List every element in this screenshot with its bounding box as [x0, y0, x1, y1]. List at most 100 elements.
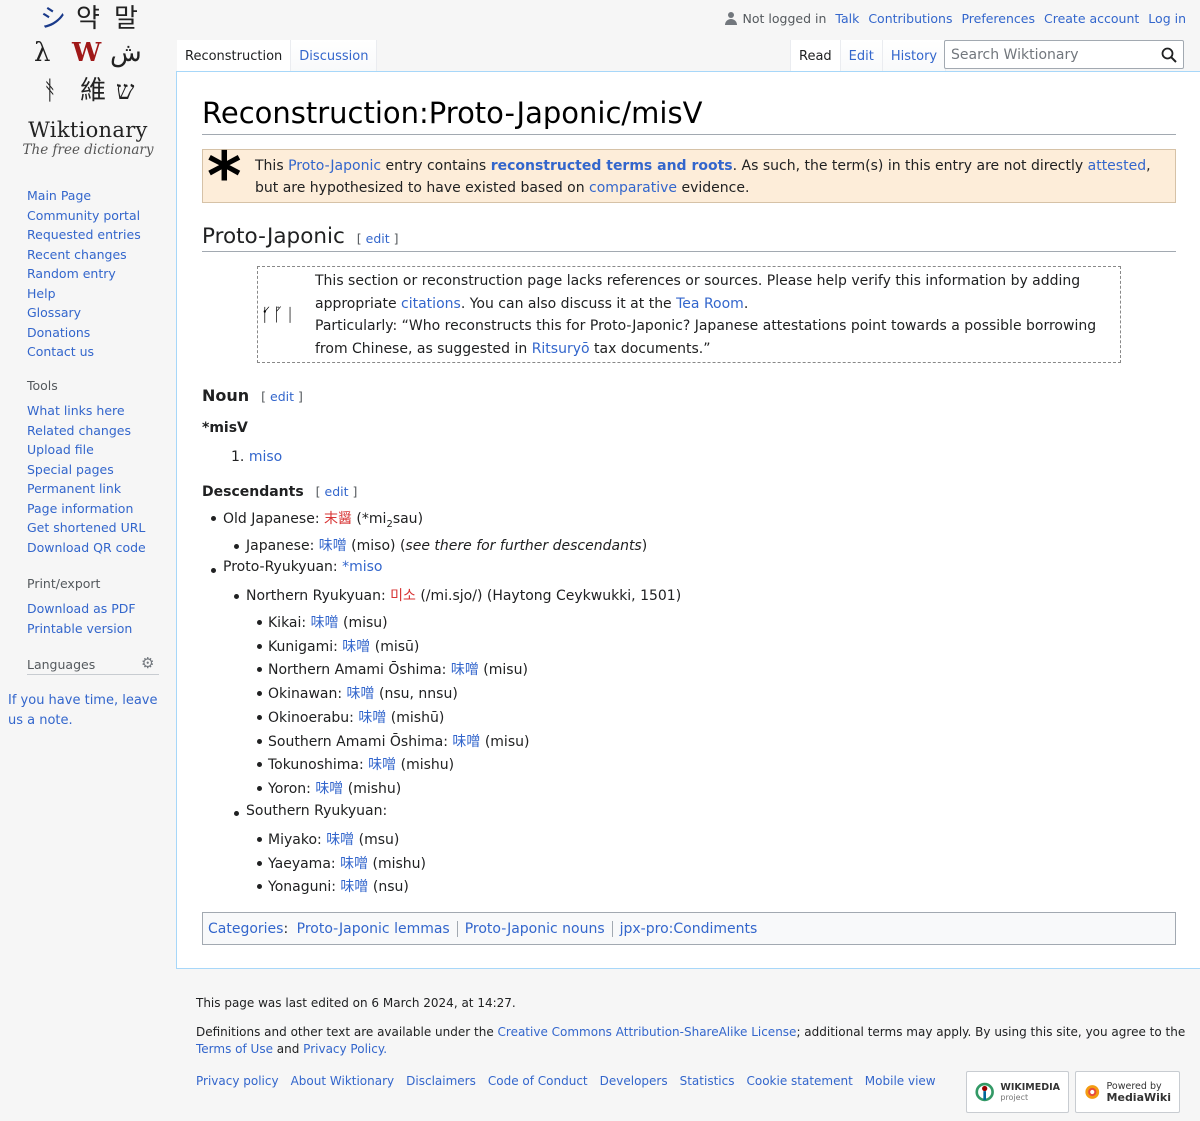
descendant-link[interactable]: *miso [342, 559, 382, 575]
license-text-part: ; additional terms may apply. By using t… [796, 1025, 1186, 1039]
descendant-link[interactable]: 味噌 [452, 734, 480, 750]
descendant-link[interactable]: 味噌 [340, 879, 368, 895]
tab-discussion[interactable]: Discussion [290, 40, 378, 72]
footer-link[interactable]: Code of Conduct [488, 1074, 588, 1088]
reconstruction-notice-text: This Proto-Japonic entry contains recons… [255, 155, 1165, 199]
search-icon[interactable] [1155, 41, 1183, 68]
nav-link[interactable]: Recent changes [27, 247, 127, 262]
descendant-link[interactable]: 味噌 [319, 538, 347, 554]
nav-link[interactable]: Requested entries [27, 227, 141, 242]
privacy-policy-inline-link[interactable]: Privacy Policy. [303, 1042, 387, 1056]
tab-history[interactable]: History [881, 40, 947, 72]
citations-link[interactable]: citations [401, 296, 461, 312]
descendant-link[interactable]: 味噌 [342, 639, 370, 655]
descendant-link[interactable]: 味噌 [340, 856, 368, 872]
logo-tagline: The free dictionary [22, 142, 154, 158]
preferences-link[interactable]: Preferences [961, 11, 1035, 26]
category-link[interactable]: Proto-Japonic lemmas [297, 921, 450, 937]
descendant-label: Southern Amami Ōshima: [268, 733, 453, 750]
login-link[interactable]: Log in [1148, 11, 1186, 26]
print-link[interactable]: Download as PDF [27, 601, 136, 616]
tab-edit[interactable]: Edit [839, 40, 882, 72]
tool-link[interactable]: Page information [27, 501, 133, 516]
edit-section-link[interactable]: edit [325, 484, 349, 499]
descendant-link[interactable]: 味噌 [326, 832, 354, 848]
descendant-redlink[interactable]: 末醤 [324, 511, 352, 527]
footer-link[interactable]: Mobile view [865, 1074, 936, 1088]
wiktionary-logo[interactable]: シ 약 말 λ W ش ᚬ 維 ש Wiktionary The free di… [0, 0, 176, 170]
contributions-link[interactable]: Contributions [868, 11, 952, 26]
cc-license-link[interactable]: Creative Commons Attribution-ShareAlike … [498, 1025, 797, 1039]
category-link[interactable]: jpx-pro:Condiments [620, 921, 758, 937]
footer-link[interactable]: Statistics [680, 1074, 735, 1088]
sense-item: 1. miso [231, 449, 282, 465]
footer-link[interactable]: Developers [600, 1074, 668, 1088]
tab-read[interactable]: Read [790, 40, 840, 72]
tool-link[interactable]: Download QR code [27, 540, 146, 555]
license-text: Definitions and other text are available… [196, 1024, 1186, 1058]
descendant-item: Tokunoshima: 味噌 (mishu) [268, 754, 454, 774]
footer-links: Privacy policy About Wiktionary Disclaimer… [196, 1074, 936, 1088]
mediawiki-badge[interactable]: Powered by MediaWiki [1075, 1071, 1180, 1113]
languages-note-link[interactable]: If you have time, leave us a note. [8, 691, 173, 730]
sidebar-item: Download QR code [27, 538, 167, 558]
gear-icon[interactable]: ⚙ [141, 654, 154, 672]
tool-link[interactable]: Get shortened URL [27, 520, 145, 535]
nav-link[interactable]: Contact us [27, 344, 94, 359]
footer-link[interactable]: Privacy policy [196, 1074, 279, 1088]
tab-reconstruction[interactable]: Reconstruction [177, 40, 291, 72]
categories-link[interactable]: Categories [208, 921, 283, 937]
attested-link[interactable]: attested [1088, 158, 1146, 174]
ritsuryo-link[interactable]: Ritsuryō [532, 341, 590, 357]
romanization: (misu) [478, 662, 528, 679]
print-heading: Print/export [27, 576, 101, 591]
descendant-label: Tokunoshima: [268, 757, 369, 774]
terms-of-use-link[interactable]: Terms of Use [196, 1042, 273, 1056]
descendant-redlink[interactable]: 미소 [390, 588, 416, 604]
nav-link[interactable]: Community portal [27, 208, 140, 223]
footer-link[interactable]: Cookie statement [746, 1074, 852, 1088]
tool-link[interactable]: Upload file [27, 442, 94, 457]
noun-heading-text: Noun [202, 386, 250, 405]
descendant-link[interactable]: 味噌 [358, 710, 386, 726]
search-input[interactable] [945, 41, 1155, 68]
proto-japonic-link[interactable]: Proto-Japonic [288, 158, 381, 174]
sense-link-miso[interactable]: miso [249, 449, 282, 465]
print-link[interactable]: Printable version [27, 621, 132, 636]
nav-link[interactable]: Donations [27, 325, 90, 340]
tool-link[interactable]: Related changes [27, 423, 131, 438]
view-tabs: Read Edit History [790, 40, 947, 72]
edit-section-link[interactable]: edit [270, 389, 294, 404]
notice-text: . [743, 295, 749, 312]
descendant-link[interactable]: 味噌 [315, 781, 343, 797]
nav-link[interactable]: Random entry [27, 266, 116, 281]
descendant-link[interactable]: 味噌 [347, 686, 375, 702]
nav-link[interactable]: Main Page [27, 188, 91, 203]
logo-glyph: シ [40, 4, 67, 34]
footer-link[interactable]: Disclaimers [406, 1074, 476, 1088]
descendant-item: Yoron: 味噌 (mishu) [268, 778, 401, 798]
nav-link[interactable]: Help [27, 286, 56, 301]
descendant-link[interactable]: 味噌 [451, 662, 479, 678]
bullet [257, 785, 262, 791]
descendant-link[interactable]: 味噌 [311, 615, 339, 631]
category-link[interactable]: Proto-Japonic nouns [465, 921, 605, 937]
talk-link[interactable]: Talk [835, 11, 859, 26]
comparative-link[interactable]: comparative [589, 180, 677, 196]
romanization: (msu) [354, 832, 400, 848]
descendant-label: Okinawan: [268, 686, 347, 703]
tool-link[interactable]: Permanent link [27, 481, 121, 496]
tea-room-link[interactable]: Tea Room [676, 296, 744, 312]
mediawiki-badge-text-2: MediaWiki [1106, 1091, 1171, 1104]
edit-section-link[interactable]: edit [366, 231, 390, 246]
wikimedia-badge[interactable]: WIKIMEDIA project [966, 1071, 1069, 1113]
tool-link[interactable]: Special pages [27, 462, 114, 477]
logo-glyph: ش [110, 38, 142, 68]
descendant-proto-ryukyuan: Proto-Ryukyuan: *miso [223, 559, 382, 575]
descendant-link[interactable]: 味噌 [368, 757, 396, 773]
create-account-link[interactable]: Create account [1044, 11, 1139, 26]
footer-link[interactable]: About Wiktionary [291, 1074, 395, 1088]
nav-link[interactable]: Glossary [27, 305, 81, 320]
tool-link[interactable]: What links here [27, 403, 125, 418]
reconstructed-terms-link[interactable]: reconstructed terms and roots [491, 158, 733, 174]
